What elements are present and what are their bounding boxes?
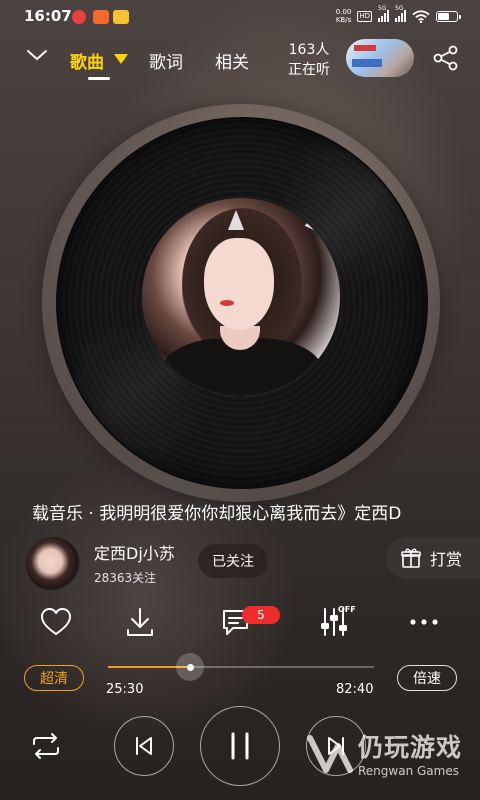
chevron-down-icon[interactable]	[26, 48, 48, 62]
song-title-marquee: 载音乐 · 我明明很爱你你却狠心离我而去》定西D	[0, 499, 480, 525]
heart-icon	[41, 608, 71, 635]
listeners-number: 163人	[288, 42, 330, 58]
signal-icon: 5G	[378, 5, 389, 22]
download-button[interactable]	[118, 600, 162, 644]
previous-button[interactable]	[114, 716, 174, 776]
album-cover	[142, 198, 340, 396]
wifi-icon	[412, 9, 430, 23]
song-dropdown-arrow-icon[interactable]	[114, 54, 128, 64]
quality-label: 超清	[40, 671, 68, 687]
loop-icon[interactable]	[28, 730, 64, 762]
previous-icon	[136, 737, 152, 755]
total-time: 82:40	[336, 682, 374, 697]
tab-lyrics[interactable]: 歌词	[149, 48, 183, 73]
message-icon	[113, 10, 129, 24]
comments-count-badge: 5	[242, 606, 280, 624]
active-tab-indicator	[88, 77, 110, 80]
share-icon[interactable]	[432, 44, 460, 72]
progress-thumb[interactable]	[176, 653, 205, 681]
tab-related[interactable]: 相关	[215, 48, 249, 73]
net-speed-value: 0.00	[335, 8, 352, 16]
watermark-logo-icon	[307, 735, 353, 773]
more-button[interactable]	[402, 600, 446, 644]
player-header: 歌曲 歌词 相关 163人 正在听	[0, 34, 480, 84]
listener-avatar-thumb[interactable]	[346, 39, 414, 77]
hd-label: HD	[357, 10, 372, 22]
tab-song[interactable]: 歌曲	[70, 48, 104, 73]
reward-button[interactable]: 打赏	[386, 537, 480, 579]
listeners-label: 正在听	[288, 62, 330, 78]
status-bar: 16:07 0.00 KB/s HD 5G 5G	[0, 0, 480, 34]
network-type: 5G	[378, 5, 387, 12]
listeners-count[interactable]: 163人 正在听	[288, 40, 330, 80]
current-time: 25:30	[106, 682, 144, 697]
watermark: 仍玩游戏 Rengwan Games	[306, 726, 476, 786]
more-icon	[410, 619, 438, 625]
action-row	[0, 600, 480, 644]
artist-followers: 28363关注	[94, 571, 157, 585]
quality-button[interactable]: 超清	[24, 665, 84, 691]
status-time: 16:07	[24, 7, 72, 25]
artist-name[interactable]: 定西Dj小苏	[94, 540, 175, 564]
follow-status-label: 已关注	[212, 554, 254, 570]
speed-button[interactable]: 倍速	[397, 665, 457, 691]
effects-off-label: OFF	[338, 605, 356, 614]
speed-label: 倍速	[413, 671, 441, 687]
network-type: 5G	[395, 5, 404, 12]
song-title: 载音乐 · 我明明很爱你你却狠心离我而去》定西D	[32, 504, 402, 524]
net-speed: 0.00 KB/s	[336, 8, 352, 24]
pause-icon	[231, 732, 249, 760]
watermark-cn: 仍玩游戏	[358, 733, 463, 762]
net-speed-unit: KB/s	[335, 16, 352, 24]
progress-slider[interactable]	[108, 653, 374, 681]
app-notification-icon	[72, 10, 86, 24]
artist-avatar[interactable]	[26, 537, 80, 591]
battery-icon	[436, 10, 461, 22]
pause-button[interactable]	[200, 706, 280, 786]
reward-label: 打赏	[430, 550, 463, 569]
signal-icon: 5G	[395, 5, 406, 22]
watermark-en: Rengwan Games	[358, 764, 459, 778]
app-notification-icon	[93, 10, 109, 24]
gift-icon	[401, 548, 421, 568]
follow-button[interactable]: 已关注	[198, 544, 268, 578]
download-icon	[127, 608, 153, 636]
like-button[interactable]	[34, 600, 78, 644]
